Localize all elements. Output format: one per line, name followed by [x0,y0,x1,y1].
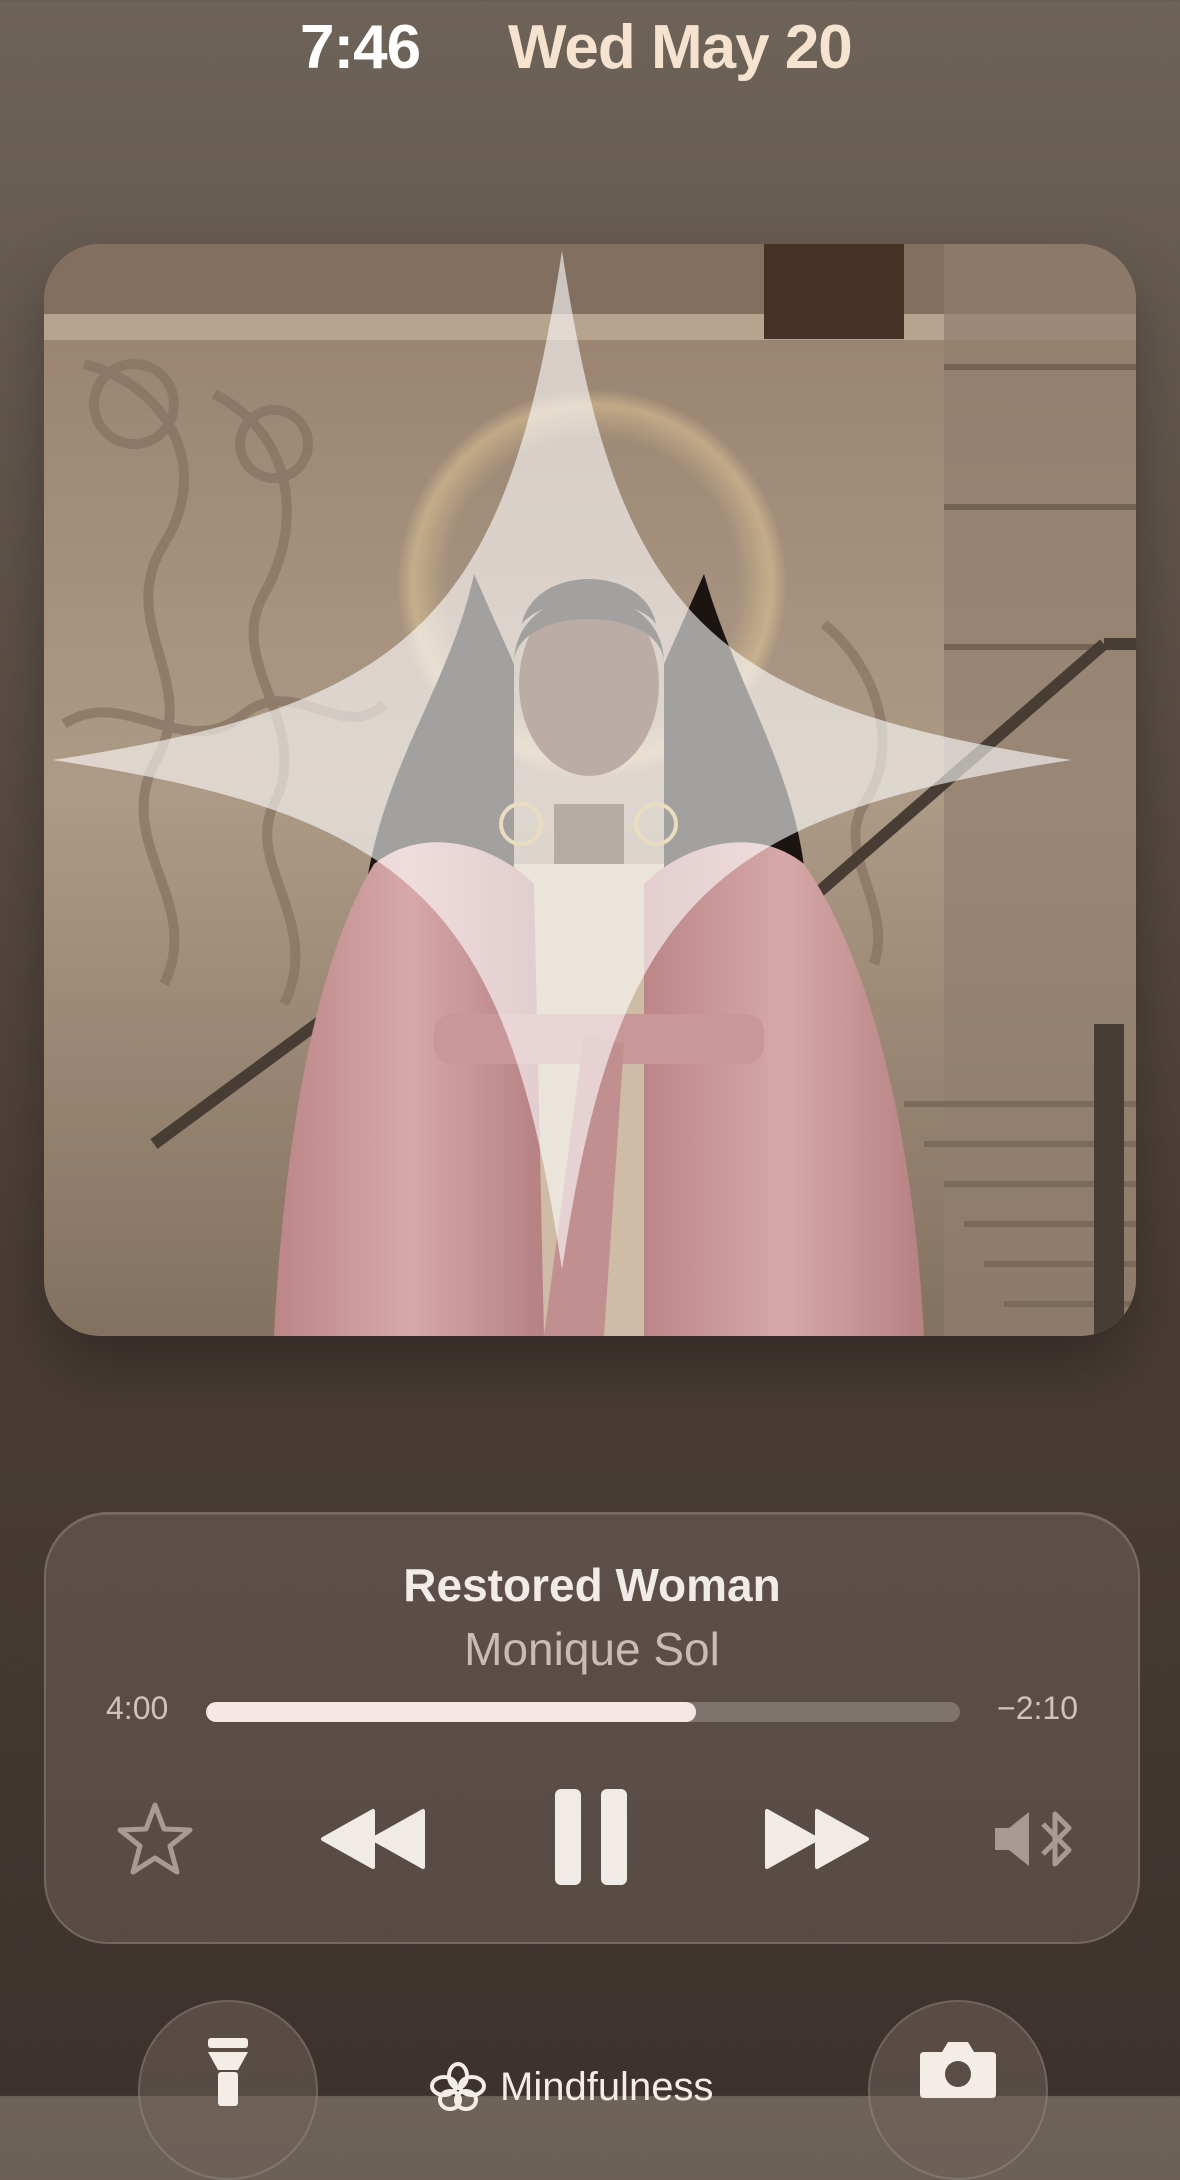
remaining-time: −2:10 [997,1690,1078,1726]
track-artist[interactable]: Monique Sol [46,1622,1138,1676]
track-title[interactable]: Restored Woman [46,1558,1138,1612]
fast-forward-icon [765,1809,869,1869]
playback-scrubber[interactable] [206,1702,960,1722]
audio-output-button[interactable] [986,1794,1086,1884]
focus-mode-indicator[interactable]: Mindfulness [430,2062,713,2112]
rewind-icon [321,1809,425,1869]
flower-icon [430,2062,486,2111]
bluetooth-speaker-icon [995,1811,1072,1867]
lock-screen-header: 7:46 Wed May 20 [0,0,1180,100]
focus-mode-label: Mindfulness [500,2064,714,2109]
favorite-button[interactable] [110,1794,200,1884]
clock-date: Wed May 20 [508,13,853,82]
clock-time: 7:46 [300,13,421,82]
flashlight-button[interactable] [138,2000,318,2180]
camera-icon [920,2042,996,2098]
elapsed-time: 4:00 [106,1690,169,1726]
next-track-button[interactable] [756,1794,876,1884]
star-icon [117,1802,193,1875]
previous-track-button[interactable] [314,1794,434,1884]
pause-button[interactable] [546,1782,636,1892]
pause-icon [555,1789,627,1885]
lock-screen-bottom-bar: Mindfulness [0,2000,1180,2180]
album-artwork[interactable] [44,244,1136,1336]
sparkle-icon [52,250,1072,1270]
playback-progress-fill [206,1702,697,1722]
camera-button[interactable] [868,2000,1048,2180]
now-playing-widget: Restored Woman Monique Sol 4:00 −2:10 [44,1512,1140,1944]
